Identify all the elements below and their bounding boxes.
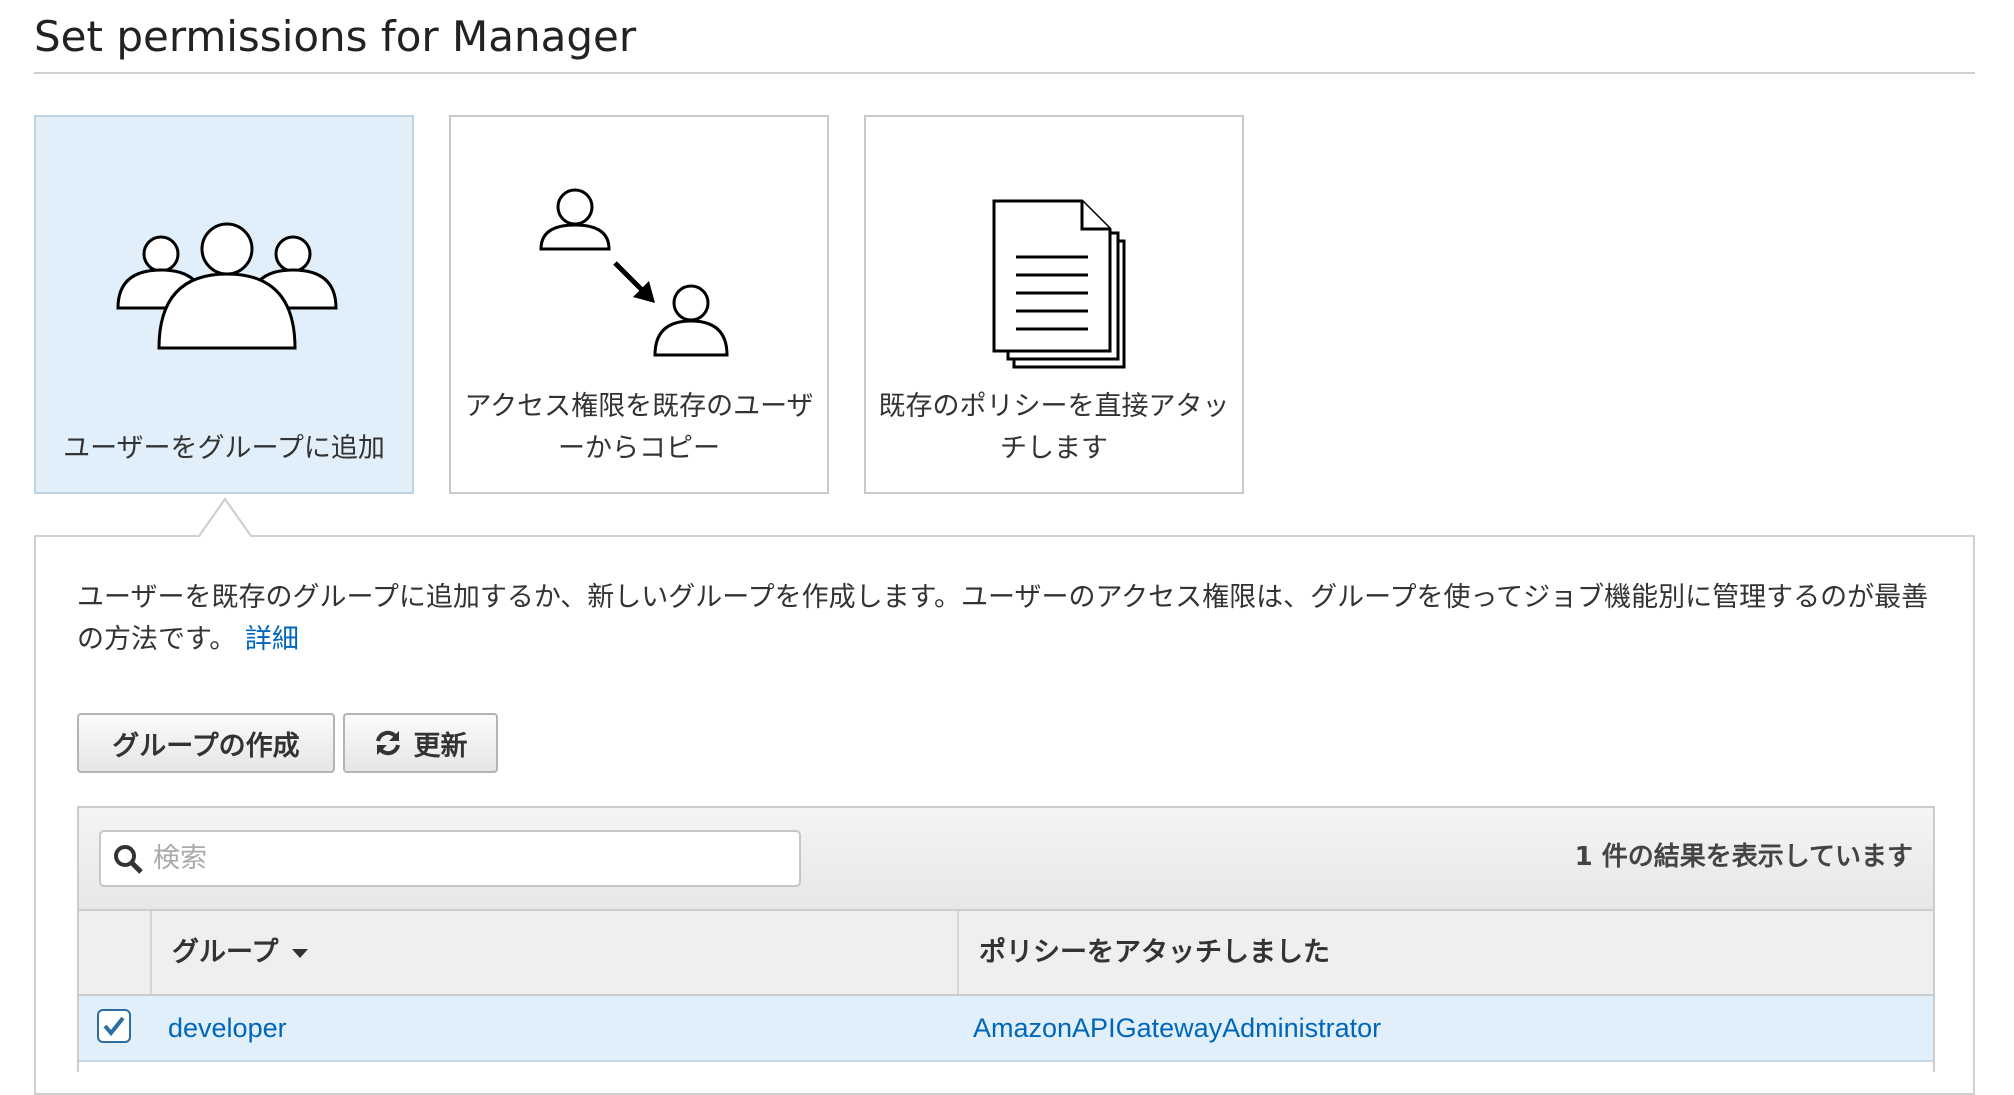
details-link[interactable]: 詳細 [245, 624, 299, 655]
refresh-button[interactable]: 更新 [343, 713, 498, 773]
option-label: 既存のポリシーを直接アタッチします [878, 391, 1230, 464]
column-header-policies[interactable]: ポリシーをアタッチしました [979, 911, 1330, 994]
checkmark-icon [103, 1016, 125, 1037]
search-box[interactable] [99, 830, 801, 887]
policy-document-icon [866, 117, 1242, 377]
refresh-icon [375, 730, 400, 756]
description-text: ユーザーを既存のグループに追加するか、新しいグループを作成します。ユーザーのアク… [77, 582, 1929, 655]
option-copy-from-user[interactable]: アクセス権限を既存のユーザーからコピー [449, 115, 829, 494]
row-checkbox[interactable] [97, 1009, 131, 1043]
option-label: ユーザーをグループに追加 [63, 433, 385, 464]
page-title: Set permissions for Manager [34, 12, 637, 61]
column-separator [957, 911, 959, 994]
table-header-row: グループ ポリシーをアタッチしました [79, 911, 1933, 996]
policy-name-link[interactable]: AmazonAPIGatewayAdministrator [973, 996, 1381, 1060]
column-header-group-label: グループ [172, 937, 279, 968]
group-name-link[interactable]: developer [168, 996, 287, 1060]
option-attach-policy-directly[interactable]: 既存のポリシーを直接アタッチします [864, 115, 1244, 494]
option-add-user-to-group[interactable]: ユーザーをグループに追加 [34, 115, 414, 494]
title-divider [34, 72, 1975, 74]
option-label: アクセス権限を既存のユーザーからコピー [464, 391, 814, 464]
table-row[interactable]: developer AmazonAPIGatewayAdministrator [79, 996, 1933, 1062]
search-input[interactable] [151, 842, 755, 875]
column-separator [150, 911, 152, 994]
result-count: 1 件の結果を表示しています [1574, 842, 1913, 872]
refresh-label: 更新 [413, 730, 468, 761]
group-users-icon [36, 117, 412, 377]
panel-description: ユーザーを既存のグループに追加するか、新しいグループを作成します。ユーザーのアク… [77, 577, 1947, 661]
column-header-group[interactable]: グループ [172, 911, 309, 994]
sort-caret-icon [292, 949, 309, 958]
groups-table: 1 件の結果を表示しています グループ ポリシーをアタッチしました develo… [77, 806, 1935, 1072]
table-filter-bar: 1 件の結果を表示しています [79, 808, 1933, 911]
copy-user-icon [451, 117, 827, 377]
panel-pointer-fill [199, 501, 251, 538]
create-group-button[interactable]: グループの作成 [77, 713, 335, 773]
create-group-label: グループの作成 [112, 730, 300, 761]
search-icon [114, 844, 143, 874]
